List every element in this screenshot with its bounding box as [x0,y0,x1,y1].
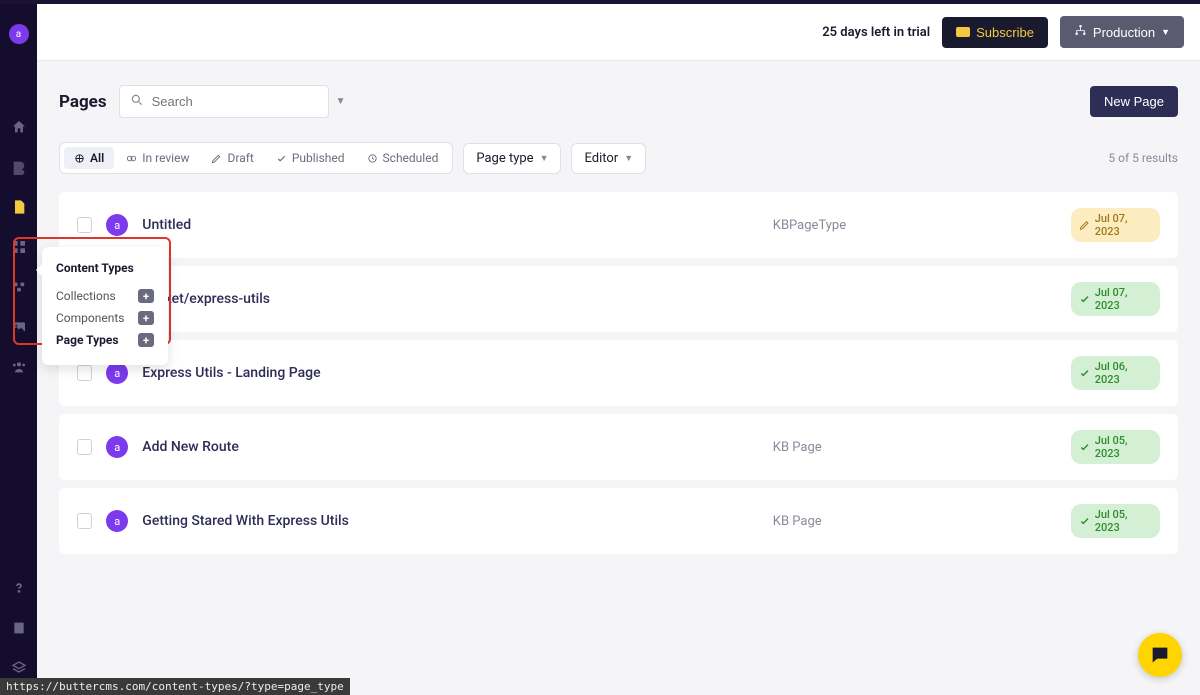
plus-icon[interactable]: + [138,289,154,303]
plus-icon[interactable]: + [138,333,154,347]
table-row[interactable]: a Getting Stared With Express Utils KB Pag… [59,488,1178,554]
content-types-icon[interactable] [10,278,28,296]
row-date-badge: Jul 05, 2023 [1071,504,1160,538]
editor-filter[interactable]: Editor▼ [571,143,646,174]
new-page-button[interactable]: New Page [1090,86,1178,117]
sidebar: a [0,4,37,695]
docs-icon[interactable] [10,619,28,637]
row-date-badge: Jul 05, 2023 [1071,430,1160,464]
search-icon [130,92,144,111]
users-icon[interactable] [10,358,28,376]
row-avatar: a [106,362,128,384]
chevron-down-icon: ▼ [624,153,633,164]
production-button[interactable]: Production ▼ [1060,16,1184,48]
blog-icon[interactable] [10,158,28,176]
filter-published[interactable]: Published [266,147,355,169]
media-icon[interactable] [10,318,28,336]
layers-icon[interactable] [10,659,28,677]
row-type: KB Page [773,440,1058,455]
chevron-down-icon[interactable]: ▼ [336,96,346,107]
main-content: Pages ▼ New Page All In review Draft Pub… [37,61,1200,695]
row-avatar: a [106,436,128,458]
row-date-badge: Jul 07, 2023 [1071,282,1160,316]
table-row[interactable]: abisiket/express-utilsJul 07, 2023 [59,266,1178,332]
popover-page-types[interactable]: Page Types + [56,329,154,351]
row-title[interactable]: Express Utils - Landing Page [142,365,759,381]
row-type: KBPageType [773,218,1058,233]
trial-text: 25 days left in trial [822,25,930,40]
page-title: Pages [59,92,107,112]
row-title[interactable]: Getting Stared With Express Utils [142,513,759,529]
row-date-badge: Jul 07, 2023 [1071,208,1160,242]
grid-icon[interactable] [10,238,28,256]
help-icon[interactable] [10,579,28,597]
row-title[interactable]: Add New Route [142,439,759,455]
table-row[interactable]: a Add New Route KB Page Jul 05, 2023 [59,414,1178,480]
header-row: Pages ▼ New Page [59,85,1178,118]
chevron-down-icon: ▼ [540,153,549,164]
sidebar-avatar[interactable]: a [9,24,29,44]
filter-in-review[interactable]: In review [116,147,199,169]
chevron-down-icon: ▼ [1161,27,1170,37]
table-row[interactable]: a Express Utils - Landing Page Jul 06, 202… [59,340,1178,406]
popover-components[interactable]: Components + [56,307,154,329]
popover-collections[interactable]: Collections + [56,285,154,307]
popover-title: Content Types [56,261,154,275]
page-type-filter[interactable]: Page type▼ [463,143,561,174]
home-icon[interactable] [10,118,28,136]
filter-scheduled[interactable]: Scheduled [357,147,449,169]
topbar: 25 days left in trial Subscribe Producti… [37,4,1200,61]
row-date-badge: Jul 06, 2023 [1071,356,1160,390]
pages-icon[interactable] [10,198,28,216]
row-checkbox[interactable] [77,365,92,381]
pages-list: a Untitled KBPageType Jul 07, 2023 a bisiket/… [59,192,1178,554]
plus-icon[interactable]: + [138,311,154,325]
search-input[interactable] [152,94,328,109]
content-types-popover: Content Types Collections + Components +… [42,247,168,365]
row-avatar: a [106,214,128,236]
filter-draft[interactable]: Draft [201,147,263,169]
sitemap-icon [1074,24,1087,40]
row-type: KB Page [773,514,1058,529]
row-checkbox[interactable] [77,439,92,455]
filter-row: All In review Draft Published Scheduled … [59,142,1178,174]
row-avatar: a [106,510,128,532]
search-box[interactable]: ▼ [119,85,329,118]
filter-all[interactable]: All [64,147,114,169]
status-filter-group: All In review Draft Published Scheduled [59,142,453,174]
results-count: 5 of 5 results [1108,151,1178,165]
chat-button[interactable] [1138,633,1182,677]
row-checkbox[interactable] [77,217,92,233]
row-title[interactable]: bisiket/express-utils [142,291,759,307]
status-bar-url: https://buttercms.com/content-types/?typ… [0,678,350,695]
subscribe-button[interactable]: Subscribe [942,17,1048,48]
card-icon [956,27,970,37]
table-row[interactable]: a Untitled KBPageType Jul 07, 2023 [59,192,1178,258]
row-checkbox[interactable] [77,513,92,529]
row-title[interactable]: Untitled [142,217,759,233]
